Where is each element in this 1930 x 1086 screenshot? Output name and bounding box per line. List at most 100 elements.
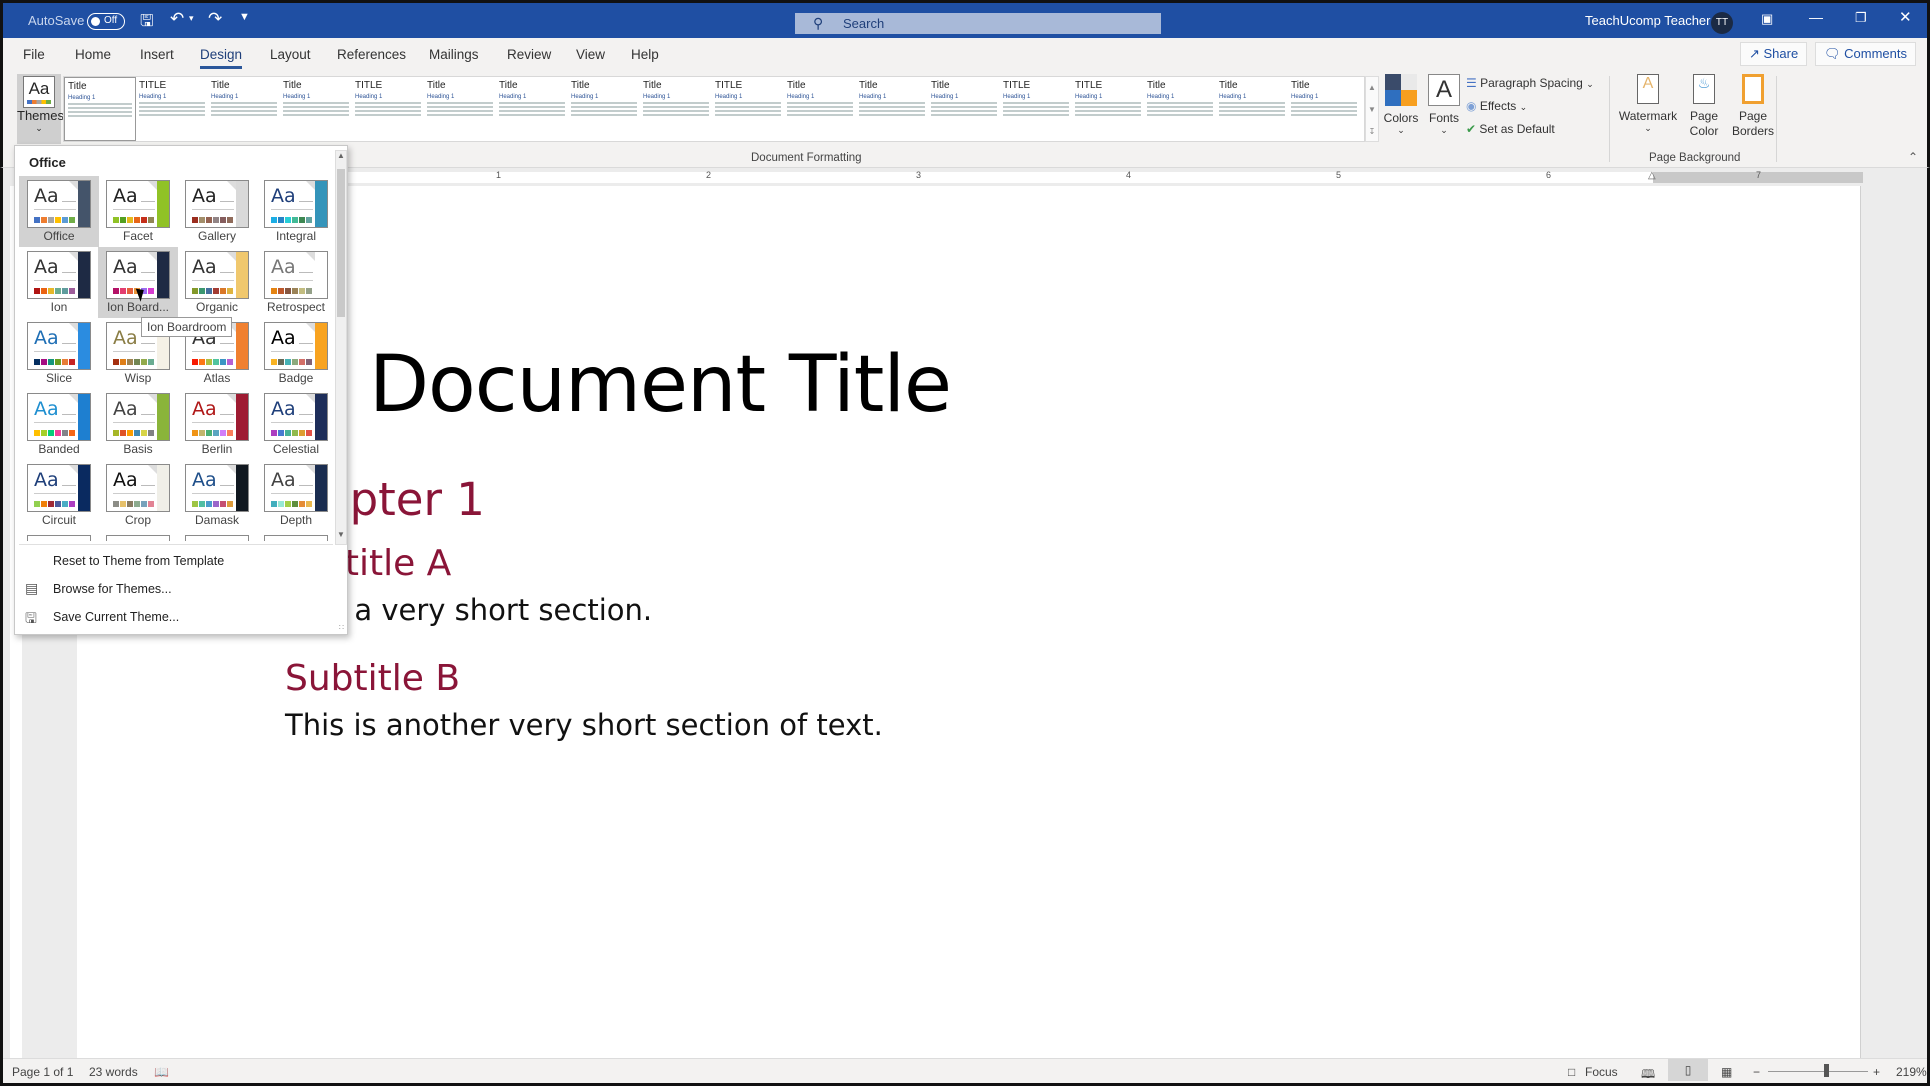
watermark-button[interactable]: A Watermark ⌄ [1618,74,1678,134]
gallery-more-icon[interactable]: ↧ [1366,121,1378,143]
scroll-down-icon[interactable]: ▼ [336,530,346,544]
share-button[interactable]: ↗ Share [1740,42,1808,66]
page-color-button[interactable]: ♨ Page Color [1679,74,1729,139]
theme-item[interactable]: Aa Banded [19,389,99,460]
print-layout-icon[interactable]: ▯ [1668,1059,1708,1081]
tab-file[interactable]: File [23,47,45,62]
collapse-ribbon-icon[interactable]: ⌃ [1908,150,1918,164]
style-set-item[interactable]: Title Heading 1 [1288,77,1360,141]
redo-icon[interactable]: ↷ [208,9,222,29]
style-set-item[interactable]: TITLE Heading 1 [1000,77,1072,141]
right-indent-marker[interactable]: △ [1648,170,1656,181]
paragraph-1[interactable]: is a very short section. [322,593,652,627]
theme-item[interactable] [256,531,335,541]
undo-icon[interactable]: ↶ [170,9,184,29]
tab-view[interactable]: View [576,47,605,62]
style-set-item[interactable]: TITLE Heading 1 [1072,77,1144,141]
tab-references[interactable]: References [337,47,406,62]
panel-scrollbar[interactable]: ▲ ▼ [335,150,347,545]
reset-theme-item[interactable]: Reset to Theme from Template [53,554,224,568]
zoom-out-button[interactable]: − [1753,1065,1760,1079]
style-set-item[interactable]: Title Heading 1 [568,77,640,141]
style-set-item[interactable]: TITLE Heading 1 [352,77,424,141]
autosave-toggle[interactable]: Off [87,13,125,30]
search-box[interactable]: ⚲ Search [795,13,1161,34]
effects-button[interactable]: ◉ Effects ⌄ [1466,99,1527,113]
theme-item[interactable]: Aa Circuit [19,460,99,531]
theme-item[interactable]: Aa Gallery [177,176,257,247]
theme-item[interactable]: Aa Ion Board... [98,247,178,318]
subtitle-b[interactable]: Subtitle B [285,658,460,699]
theme-item[interactable] [177,531,257,541]
style-set-item[interactable]: Title Heading 1 [496,77,568,141]
theme-item[interactable]: Aa Organic [177,247,257,318]
minimize-icon[interactable]: — [1809,9,1823,25]
set-as-default-button[interactable]: ✔ Set as Default [1466,122,1555,136]
theme-item[interactable]: Aa Office [19,176,99,247]
fonts-button[interactable]: A Fonts ⌄ [1427,74,1461,136]
focus-button[interactable]: Focus [1585,1065,1618,1079]
read-mode-icon[interactable]: 🕮 [1641,1065,1655,1086]
theme-item[interactable]: Aa Basis [98,389,178,460]
theme-item[interactable]: Aa Crop [98,460,178,531]
avatar[interactable]: TT [1711,12,1733,34]
page-count[interactable]: Page 1 of 1 [12,1065,73,1079]
zoom-slider-thumb[interactable] [1824,1064,1829,1077]
tab-mailings[interactable]: Mailings [429,47,479,62]
ribbon-display-options-icon[interactable]: ▣ [1761,11,1773,27]
theme-item[interactable]: Aa Depth [256,460,335,531]
style-set-item[interactable]: Title Heading 1 [1144,77,1216,141]
style-set-item[interactable]: Title Heading 1 [64,77,136,141]
theme-item[interactable]: Aa Retrospect [256,247,335,318]
colors-button[interactable]: Colors ⌄ [1383,74,1419,136]
page-borders-button[interactable]: Page Borders [1728,74,1778,139]
zoom-level[interactable]: 219% [1896,1065,1927,1079]
theme-item[interactable]: Aa Slice [19,318,99,389]
theme-item[interactable]: Aa Celestial [256,389,335,460]
resize-grip-icon[interactable]: ∷ [339,623,344,632]
restore-icon[interactable]: ❐ [1855,10,1867,26]
gallery-down-icon[interactable]: ▼ [1366,99,1378,121]
document-title[interactable]: y Document Title [300,340,952,430]
style-set-item[interactable]: TITLE Heading 1 [136,77,208,141]
save-theme-item[interactable]: Save Current Theme... [53,610,179,624]
theme-item[interactable]: Aa Facet [98,176,178,247]
close-icon[interactable]: ✕ [1899,8,1912,26]
tab-review[interactable]: Review [507,47,551,62]
themes-button[interactable]: Aa Themes ⌄ [17,74,64,144]
style-set-item[interactable]: Title Heading 1 [424,77,496,141]
theme-item[interactable]: Aa Badge [256,318,335,389]
word-count[interactable]: 23 words [89,1065,138,1079]
style-set-item[interactable]: Title Heading 1 [640,77,712,141]
style-set-item[interactable]: Title Heading 1 [784,77,856,141]
scroll-up-icon[interactable]: ▲ [336,151,346,165]
style-set-item[interactable]: Title Heading 1 [928,77,1000,141]
style-set-item[interactable]: Title Heading 1 [1216,77,1288,141]
web-layout-icon[interactable]: ▦ [1721,1065,1732,1079]
theme-item[interactable]: Aa Ion [19,247,99,318]
theme-item[interactable] [98,531,178,541]
undo-dropdown-icon[interactable]: ▾ [189,13,194,24]
paragraph-2[interactable]: This is another very short section of te… [285,708,883,742]
theme-item[interactable]: Aa Berlin [177,389,257,460]
scroll-thumb[interactable] [337,169,345,317]
tab-help[interactable]: Help [631,47,659,62]
tab-layout[interactable]: Layout [270,47,311,62]
style-set-item[interactable]: Title Heading 1 [280,77,352,141]
theme-item[interactable]: Aa Integral [256,176,335,247]
style-set-item[interactable]: Title Heading 1 [208,77,280,141]
gallery-scroll[interactable]: ▲ ▼ ↧ [1365,76,1379,142]
proofing-icon[interactable]: 📖 [154,1065,169,1079]
paragraph-spacing-button[interactable]: ☰ Paragraph Spacing ⌄ [1466,76,1594,90]
save-icon[interactable]: 🖫 [140,10,154,37]
style-set-item[interactable]: Title Heading 1 [856,77,928,141]
zoom-in-button[interactable]: + [1873,1065,1880,1079]
browse-themes-item[interactable]: Browse for Themes... [53,582,172,596]
gallery-up-icon[interactable]: ▲ [1366,77,1378,99]
zoom-slider[interactable] [1768,1071,1868,1072]
user-name[interactable]: TeachUcomp Teacher [1585,13,1711,28]
tab-home[interactable]: Home [75,47,111,62]
tab-insert[interactable]: Insert [140,47,174,62]
style-set-item[interactable]: TITLE Heading 1 [712,77,784,141]
theme-item[interactable] [19,531,99,541]
